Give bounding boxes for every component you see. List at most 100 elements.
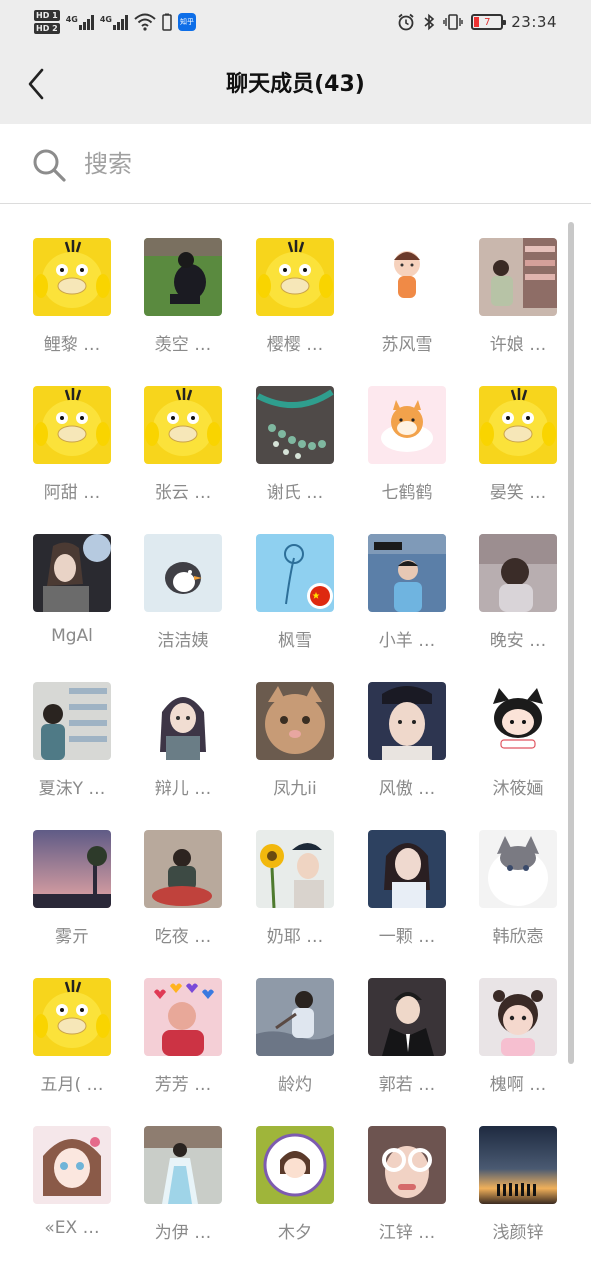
member-avatar[interactable] <box>144 534 222 612</box>
member-item[interactable]: 韩欣悫 <box>468 830 568 960</box>
member-item[interactable]: 龄灼 <box>245 978 345 1108</box>
member-name: 槐啊 … <box>489 1075 547 1095</box>
member-avatar[interactable] <box>479 1126 557 1204</box>
member-name: 樱樱 … <box>266 335 324 355</box>
member-item[interactable]: 沐筱婳 <box>468 682 568 812</box>
member-avatar[interactable] <box>256 978 334 1056</box>
member-avatar[interactable] <box>144 682 222 760</box>
alarm-icon <box>398 13 414 31</box>
member-avatar[interactable] <box>256 534 334 612</box>
member-item[interactable]: 辩儿 … <box>133 682 233 812</box>
member-avatar[interactable] <box>256 386 334 464</box>
member-avatar[interactable] <box>479 386 557 464</box>
member-avatar[interactable] <box>144 1126 222 1204</box>
member-avatar[interactable] <box>33 1126 111 1204</box>
member-name: 吃夜 … <box>154 927 212 947</box>
member-avatar[interactable] <box>479 978 557 1056</box>
member-item[interactable]: 夏沫Y … <box>22 682 122 812</box>
member-item[interactable]: MgAl <box>22 534 122 664</box>
member-avatar[interactable] <box>33 830 111 908</box>
phone-battery-small-icon <box>162 13 172 31</box>
member-item[interactable]: 谢氏 … <box>245 386 345 516</box>
member-avatar[interactable] <box>256 238 334 316</box>
wifi-icon <box>134 13 156 31</box>
member-item[interactable]: 张云 … <box>133 386 233 516</box>
member-avatar[interactable] <box>479 534 557 612</box>
member-name: 龄灼 <box>278 1075 312 1095</box>
search-bar <box>0 124 591 204</box>
member-name: 雾亓 <box>55 927 89 947</box>
search-input[interactable] <box>84 142 544 186</box>
member-item[interactable]: 晏笑 … <box>468 386 568 516</box>
member-avatar[interactable] <box>144 830 222 908</box>
member-avatar[interactable] <box>368 238 446 316</box>
member-name: 辩儿 … <box>154 779 212 799</box>
member-avatar[interactable] <box>368 1126 446 1204</box>
member-item[interactable]: 枫雪 <box>245 534 345 664</box>
member-item[interactable]: 羡空 … <box>133 238 233 368</box>
member-item[interactable]: 一颗 … <box>357 830 457 960</box>
member-item[interactable]: 凤九ii <box>245 682 345 812</box>
member-avatar[interactable] <box>479 238 557 316</box>
member-avatar[interactable] <box>144 238 222 316</box>
member-avatar[interactable] <box>368 830 446 908</box>
member-item[interactable]: 苏风雪 <box>357 238 457 368</box>
sim2-hd-badge: HD 2 <box>34 23 60 34</box>
member-item[interactable]: 奶耶 … <box>245 830 345 960</box>
member-avatar[interactable] <box>368 386 446 464</box>
member-item[interactable]: 晚安 … <box>468 534 568 664</box>
member-item[interactable]: 许娘 … <box>468 238 568 368</box>
title-bar: 聊天成员(43) <box>0 44 591 124</box>
member-avatar[interactable] <box>33 682 111 760</box>
member-item[interactable]: 吃夜 … <box>133 830 233 960</box>
member-item[interactable]: 郭若 … <box>357 978 457 1108</box>
member-item[interactable]: 为伊 … <box>133 1126 233 1256</box>
member-avatar[interactable] <box>368 978 446 1056</box>
member-name: 洁洁姨 <box>157 631 209 651</box>
member-item[interactable]: 鲤黎 … <box>22 238 122 368</box>
sim2-signal-icon: 4G <box>100 14 128 30</box>
member-name: 张云 … <box>154 483 212 503</box>
member-item[interactable]: 木夕 <box>245 1126 345 1256</box>
member-avatar[interactable] <box>368 682 446 760</box>
member-name: 枫雪 <box>278 631 312 651</box>
member-name: 木夕 <box>278 1223 312 1243</box>
member-item[interactable]: 樱樱 … <box>245 238 345 368</box>
member-name: 小羊 … <box>378 631 436 651</box>
member-item[interactable]: 小羊 … <box>357 534 457 664</box>
member-item[interactable]: 七鹤鹤 <box>357 386 457 516</box>
member-name: 一颗 … <box>378 927 436 947</box>
member-item[interactable]: 芳芳 … <box>133 978 233 1108</box>
member-avatar[interactable] <box>33 238 111 316</box>
member-name: 江锌 … <box>378 1223 436 1243</box>
member-avatar[interactable] <box>33 978 111 1056</box>
member-item[interactable]: 雾亓 <box>22 830 122 960</box>
member-item[interactable]: 浅颜锌 <box>468 1126 568 1256</box>
member-avatar[interactable] <box>144 386 222 464</box>
member-item[interactable]: 槐啊 … <box>468 978 568 1108</box>
sim1-hd-badge: HD 1 <box>34 10 60 21</box>
member-avatar[interactable] <box>479 682 557 760</box>
member-avatar[interactable] <box>256 682 334 760</box>
member-avatar[interactable] <box>479 830 557 908</box>
member-item[interactable]: 江锌 … <box>357 1126 457 1256</box>
status-bar: HD 1 HD 2 4G 4G 知乎 7 23:34 <box>0 0 591 44</box>
member-avatar[interactable] <box>256 830 334 908</box>
member-item[interactable]: «EX … <box>22 1126 122 1256</box>
member-name: 鲤黎 … <box>43 335 101 355</box>
member-item[interactable]: 风傲 … <box>357 682 457 812</box>
scrollbar[interactable] <box>568 222 574 1064</box>
member-name: «EX … <box>44 1218 100 1238</box>
member-avatar[interactable] <box>368 534 446 612</box>
sim1-signal-icon: 4G <box>66 14 94 30</box>
member-item[interactable]: 洁洁姨 <box>133 534 233 664</box>
member-name: MgAl <box>51 626 93 646</box>
member-avatar[interactable] <box>256 1126 334 1204</box>
member-item[interactable]: 阿甜 … <box>22 386 122 516</box>
member-avatar[interactable] <box>33 534 111 612</box>
member-avatar[interactable] <box>144 978 222 1056</box>
member-avatar[interactable] <box>33 386 111 464</box>
bluetooth-icon <box>424 13 435 31</box>
member-name: 夏沫Y … <box>38 779 106 799</box>
member-item[interactable]: 五月( … <box>22 978 122 1108</box>
